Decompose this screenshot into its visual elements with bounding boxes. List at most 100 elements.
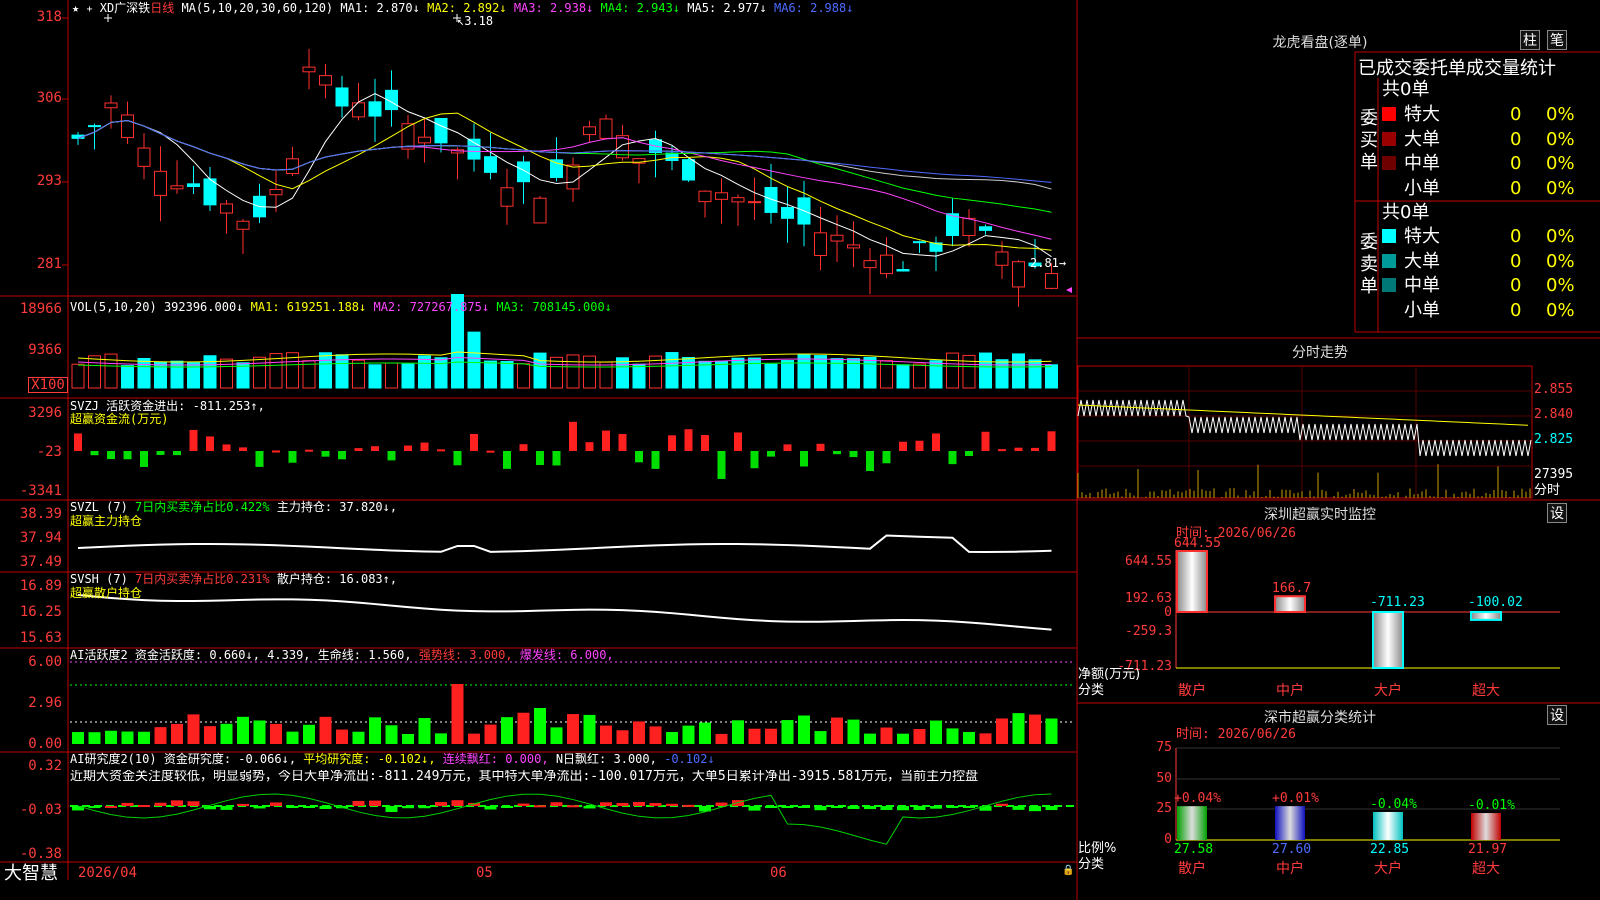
sz-class-time: 时间: 2026/06/26 — [1176, 727, 1296, 742]
fund-flow-bar — [354, 448, 363, 451]
cross-icon: + — [86, 4, 93, 15]
activity-bar — [649, 726, 662, 744]
research-bar — [633, 801, 645, 806]
research-bar — [864, 806, 876, 810]
candle-body — [517, 161, 530, 183]
price-axis-tick: 293 — [36, 173, 62, 189]
buy-row: 小单 0 0% — [1382, 177, 1600, 201]
research-bar — [765, 806, 777, 808]
class-bar-change: -0.01% — [1468, 798, 1515, 814]
buy-color-swatch — [1382, 156, 1396, 170]
ma5-value: MA5: 2.977↓ — [687, 1, 767, 15]
candle-body — [830, 234, 844, 242]
candle-body — [236, 220, 250, 230]
volume-bar — [385, 362, 398, 389]
candle-body — [187, 183, 200, 188]
tick-view-button[interactable]: 笔 — [1547, 30, 1567, 50]
svzj-axis-tick: 3296 — [28, 405, 62, 421]
candle-body — [319, 75, 332, 86]
volume-bar — [979, 352, 992, 389]
candle-body — [896, 269, 910, 272]
activity-bar — [979, 733, 992, 744]
sell-row-pct: 0% — [1546, 299, 1575, 321]
sell-row-pct: 0% — [1546, 226, 1575, 247]
candle-body — [1045, 273, 1058, 289]
class-bar-change: +0.01% — [1272, 791, 1319, 807]
fund-flow-bar — [123, 451, 132, 460]
class-category: 大户 — [1374, 861, 1402, 877]
class-bar — [1275, 806, 1305, 840]
stock-name[interactable]: XD广深铁 — [100, 1, 150, 15]
sz-monitor-settings-button[interactable]: 设 — [1547, 503, 1567, 523]
activity-bar — [567, 714, 579, 744]
activity-bar — [765, 728, 777, 744]
volume-bar — [484, 360, 497, 389]
research-bar — [418, 806, 431, 809]
fund-flow-bar — [585, 442, 594, 451]
class-category: 散户 — [1178, 861, 1206, 877]
sz-monitor-ylabel: 净额(万元) — [1078, 667, 1141, 682]
star-icon[interactable]: ★ — [72, 1, 79, 15]
fund-flow-bar — [74, 433, 82, 451]
activity-bar — [699, 722, 711, 744]
fund-flow-bar — [915, 440, 924, 451]
activity-bar — [270, 723, 282, 744]
intraday-axis-tick: 2.825 — [1534, 432, 1574, 447]
research-bar — [781, 806, 794, 808]
volume-bar — [599, 361, 613, 389]
sell-color-swatch — [1382, 229, 1396, 243]
ai-active-axis-tick: 6.00 — [28, 654, 62, 670]
svsh-axis-tick: 15.63 — [19, 630, 62, 646]
sz-class-ylabel: 比例% — [1078, 841, 1117, 856]
volume-bar — [764, 363, 778, 389]
candle-body — [962, 217, 976, 237]
candle-body — [814, 232, 827, 256]
fund-flow-bar — [239, 447, 247, 451]
fund-flow-bar — [1031, 447, 1039, 451]
fund-flow-bar — [569, 421, 577, 451]
candle-body — [418, 136, 431, 144]
class-axis-tick: 50 — [1156, 771, 1172, 786]
buy-row-pct: 0% — [1546, 104, 1575, 125]
price-axis-tick: 306 — [36, 90, 62, 106]
activity-bar — [352, 731, 365, 744]
sz-class-title: 深市超赢分类统计 — [1264, 710, 1376, 726]
volume-bar — [616, 357, 629, 389]
period-label[interactable]: 日线 — [150, 1, 174, 15]
fund-flow-bar — [668, 435, 676, 451]
volume-bar — [929, 360, 943, 389]
research-bar — [682, 804, 695, 807]
research-bar — [831, 806, 843, 808]
sell-orders-label: 委卖单 — [1360, 232, 1378, 297]
activity-bar — [220, 723, 233, 744]
research-bar — [171, 800, 183, 806]
activity-bar — [946, 728, 959, 744]
candle-body — [170, 185, 184, 190]
date-axis-start: 2026/04 — [78, 865, 138, 881]
fund-flow-bar — [651, 451, 660, 469]
volume-bar — [748, 357, 761, 389]
svzl-header: SVZL (7) 7日内买卖净占比0.422% 主力持仓: 37.820↓, — [70, 500, 398, 514]
fund-flow-bar — [552, 451, 561, 466]
vol-unit-button[interactable]: X100 — [28, 377, 68, 393]
monitor-bar — [1274, 595, 1306, 614]
volume-bar — [137, 357, 151, 389]
activity-bar — [880, 727, 893, 744]
buy-row-pct: 0% — [1546, 128, 1575, 150]
candle-body — [484, 156, 497, 173]
fund-flow-bar — [833, 451, 841, 455]
research-bar — [1029, 806, 1041, 812]
candle-body — [715, 192, 728, 200]
fund-flow-bar — [899, 441, 907, 451]
lock-icon[interactable]: 🔒 — [1062, 864, 1074, 878]
activity-bar — [237, 716, 249, 744]
volume-bar — [401, 363, 415, 389]
activity-bar — [154, 727, 167, 744]
fund-flow-bar — [486, 450, 495, 453]
bar-view-button[interactable]: 柱 — [1520, 30, 1540, 50]
candle-body — [781, 206, 794, 219]
sz-class-settings-button[interactable]: 设 — [1547, 705, 1567, 725]
brand-logo[interactable]: 大智慧 — [4, 864, 58, 884]
activity-bar — [715, 733, 728, 744]
svsh-header: SVSH (7) 7日内买卖净占比0.231% 散户持仓: 16.083↑, — [70, 572, 398, 586]
